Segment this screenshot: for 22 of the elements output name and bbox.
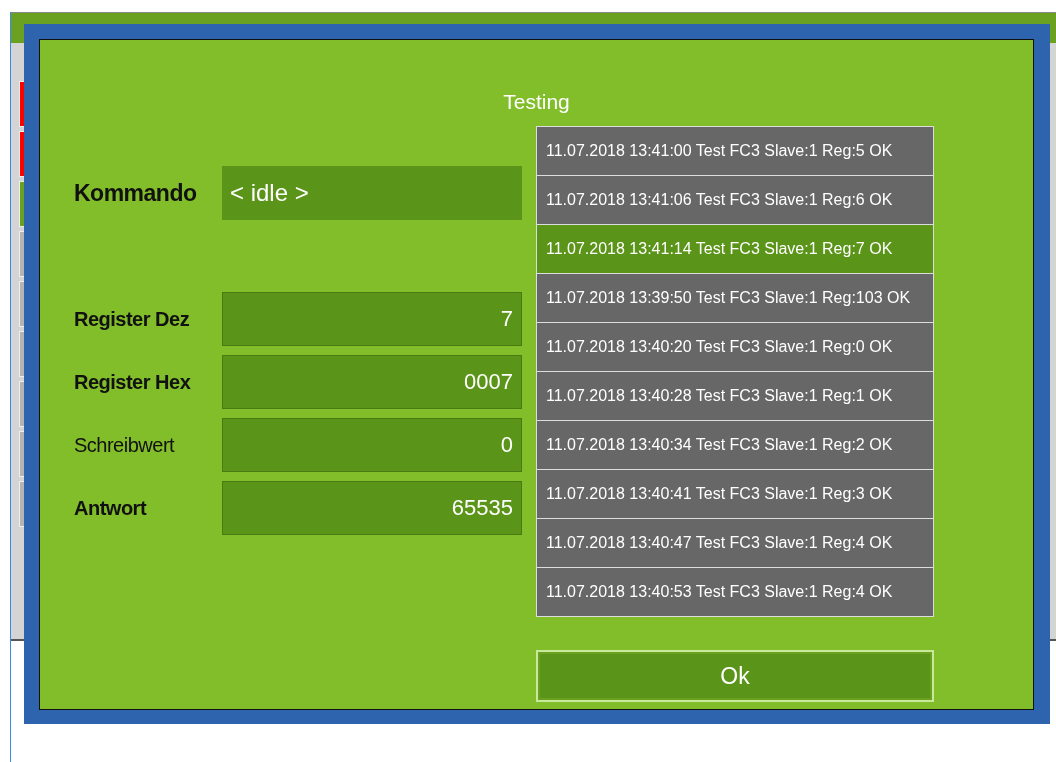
field-label: Register Hex [74, 370, 192, 394]
log-entry[interactable]: 11.07.2018 13:41:00 Test FC3 Slave:1 Reg:5 OK [536, 126, 934, 176]
log-entry[interactable]: 11.07.2018 13:39:50 Test FC3 Slave:1 Reg:103 OK [536, 273, 934, 323]
log-entry[interactable]: 11.07.2018 13:40:53 Test FC3 Slave:1 Reg:4 OK [536, 567, 934, 617]
log-entry[interactable]: 11.07.2018 13:40:20 Test FC3 Slave:1 Reg:0 OK [536, 322, 934, 372]
log-entry[interactable]: 11.07.2018 13:40:28 Test FC3 Slave:1 Reg:1 OK [536, 371, 934, 421]
value-field[interactable]: 65535 [222, 481, 522, 535]
log-entry[interactable]: 11.07.2018 13:40:34 Test FC3 Slave:1 Reg:2 OK [536, 420, 934, 470]
log-entry[interactable]: 11.07.2018 13:41:14 Test FC3 Slave:1 Reg:7 OK [536, 224, 934, 274]
dialog-title: Testing [503, 90, 570, 114]
field-label: Antwort [74, 496, 148, 520]
log-entry[interactable]: 11.07.2018 13:41:06 Test FC3 Slave:1 Reg:6 OK [536, 175, 934, 225]
log-entry[interactable]: 11.07.2018 13:40:41 Test FC3 Slave:1 Reg:3 OK [536, 469, 934, 519]
field-label: Kommando [74, 179, 198, 207]
value-field[interactable]: 7 [222, 292, 522, 346]
ok-button[interactable]: Ok [536, 650, 934, 702]
command-display: < idle > [222, 166, 522, 220]
field-label: Register Dez [74, 307, 191, 331]
value-field[interactable]: 0 [222, 418, 522, 472]
log-entry[interactable]: 11.07.2018 13:40:47 Test FC3 Slave:1 Reg:4 OK [536, 518, 934, 568]
value-field[interactable]: 0007 [222, 355, 522, 409]
field-label: Schreibwert [74, 433, 176, 457]
